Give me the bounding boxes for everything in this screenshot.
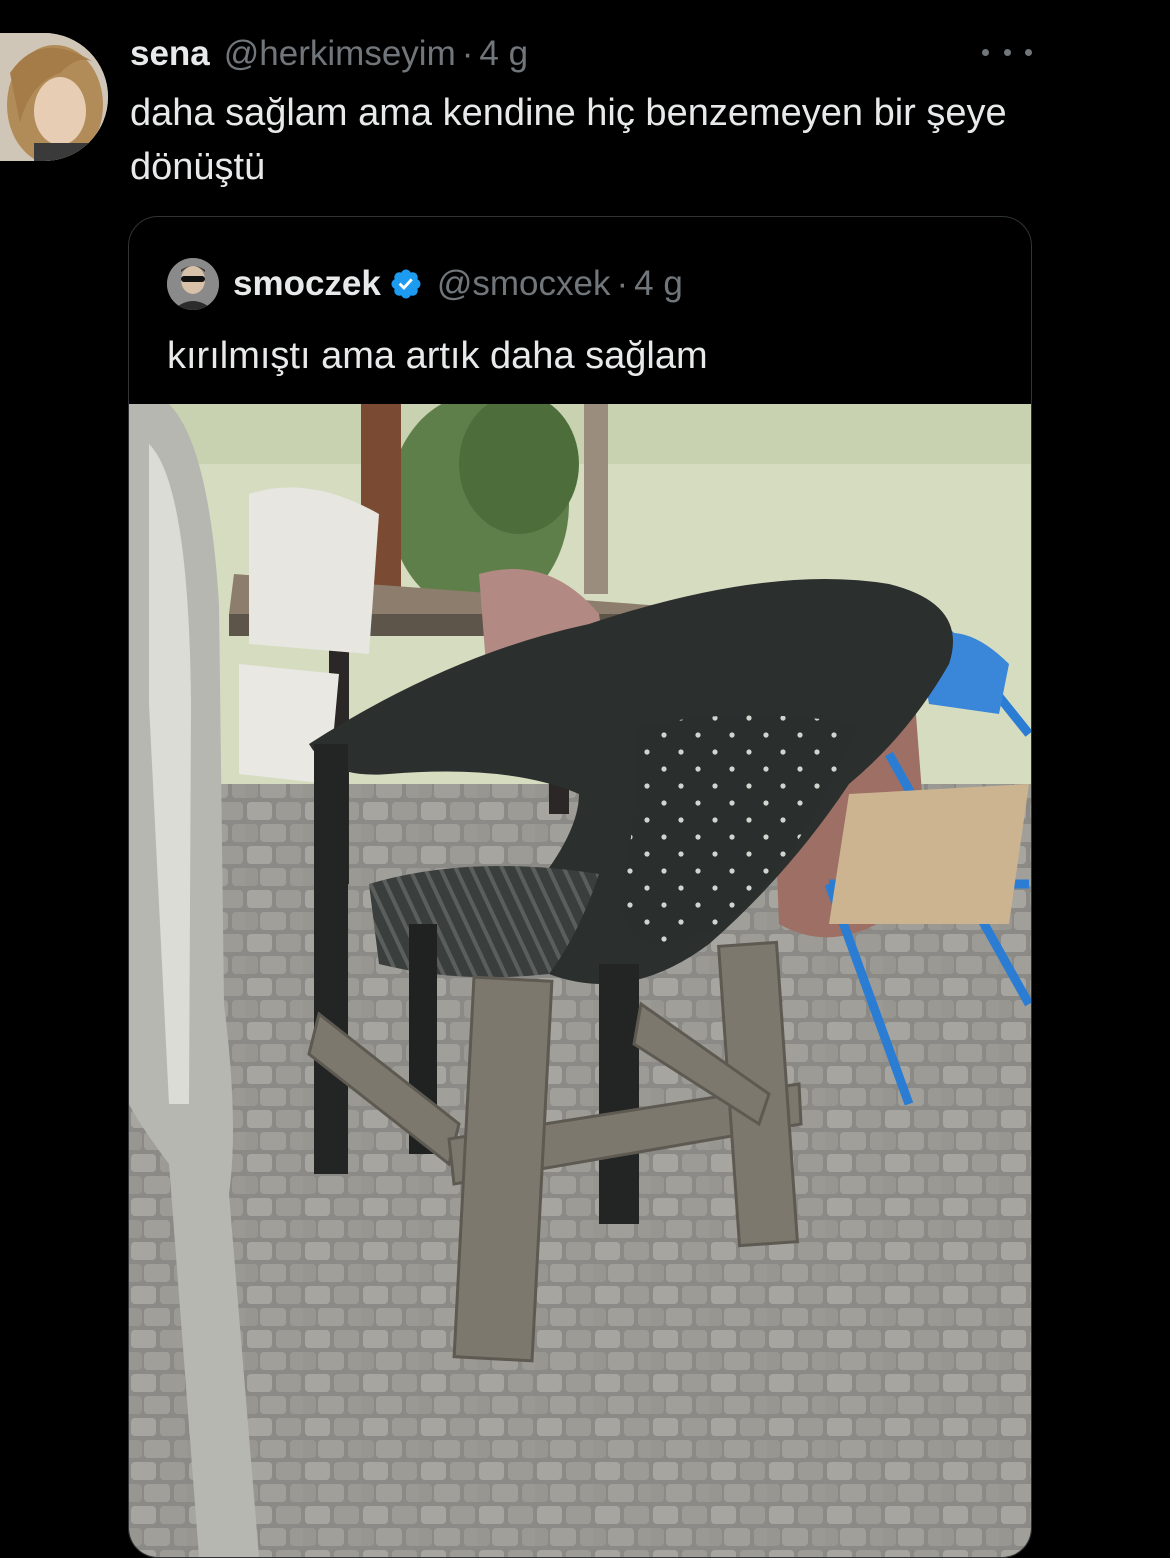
dot [982, 48, 989, 56]
separator-dot: · [616, 264, 629, 303]
quoted-tweet-timestamp[interactable]: 4 g [634, 264, 683, 304]
tweet-text: daha sağlam ama kendine hiç benzemeyen b… [130, 92, 1007, 188]
author-name[interactable]: sena [130, 34, 210, 74]
tweet-header: sena @herkimseyim · 4 g [130, 32, 528, 76]
author-avatar[interactable] [0, 33, 108, 161]
quoted-tweet-text: kırılmıştı ama artık daha sağlam [167, 335, 708, 377]
tweet[interactable]: sena @herkimseyim · 4 g daha sağlam ama … [0, 0, 1170, 1558]
quoted-author-avatar[interactable] [167, 258, 219, 310]
quoted-author-name[interactable]: smoczek [233, 264, 381, 304]
dot [1025, 48, 1032, 56]
chair-photo-icon [129, 404, 1031, 1557]
quoted-author-handle[interactable]: @smocxek [437, 264, 611, 304]
tweet-timestamp[interactable]: 4 g [479, 34, 528, 74]
quoted-tweet[interactable]: smoczek @smocxek · 4 g kırılmıştı ama ar… [128, 216, 1032, 1558]
more-options-icon[interactable] [982, 40, 1032, 64]
author-handle[interactable]: @herkimseyim [224, 34, 456, 74]
dot [1003, 48, 1011, 56]
avatar-photo-icon [0, 33, 108, 161]
separator-dot: · [461, 34, 474, 73]
quoted-tweet-media[interactable] [129, 404, 1031, 1557]
quoted-tweet-header: smoczek @smocxek · 4 g [167, 255, 683, 313]
verified-badge-icon [391, 269, 421, 299]
avatar-photo-icon [167, 258, 219, 310]
